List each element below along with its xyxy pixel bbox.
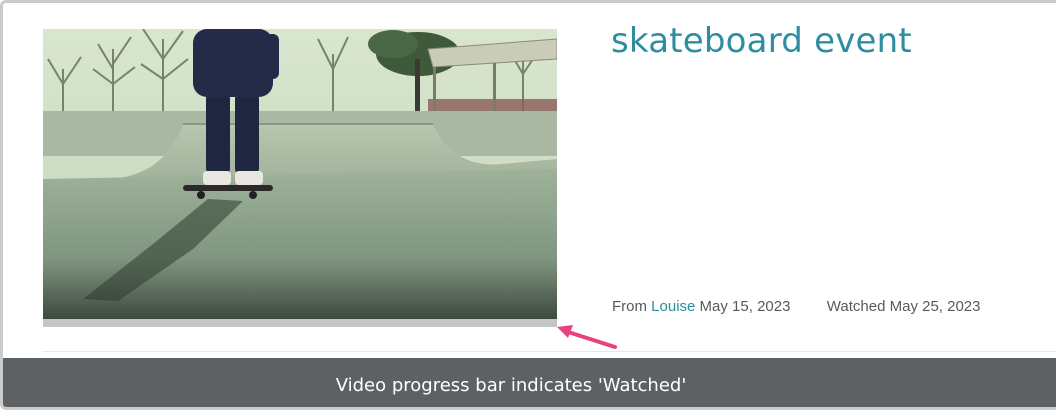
video-title[interactable]: skateboard event — [611, 21, 912, 61]
caption-text: Video progress bar indicates 'Watched' — [335, 375, 687, 396]
author-link[interactable]: Louise — [651, 298, 695, 315]
video-card: skateboard event From Louise May 15, 202… — [0, 0, 1056, 410]
shared-date: May 15, 2023 — [699, 298, 791, 315]
video-progress-fill — [43, 319, 557, 327]
video-thumbnail[interactable] — [43, 29, 557, 319]
video-progress-bar[interactable] — [43, 319, 557, 327]
from-label: From — [612, 298, 647, 315]
skatepark-video-thumbnail — [43, 29, 557, 319]
divider — [43, 351, 1056, 352]
watched-date: Watched May 25, 2023 — [826, 298, 981, 315]
annotation-caption: Video progress bar indicates 'Watched' — [3, 358, 1056, 407]
pink-arrow-icon — [557, 325, 617, 349]
video-meta: From Louise May 15, 2023 Watched May 25,… — [612, 298, 981, 315]
